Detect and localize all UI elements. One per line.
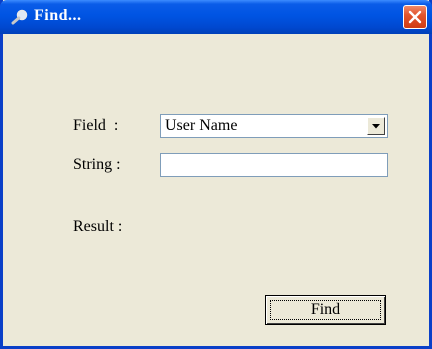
field-label: Field : (73, 117, 119, 134)
title-bar[interactable]: Find... (0, 0, 432, 34)
field-select-value: User Name (165, 117, 238, 134)
close-icon (408, 10, 422, 24)
string-label: String : (73, 156, 121, 173)
chevron-down-icon (372, 124, 380, 129)
close-button[interactable] (403, 5, 427, 29)
window-title: Find... (34, 7, 82, 24)
find-button-label: Find (310, 301, 341, 318)
magnifier-icon (11, 9, 29, 25)
field-select[interactable]: User Name (160, 114, 388, 138)
find-dialog: Find... Field : User Name String : Resul… (0, 0, 432, 349)
dropdown-button[interactable] (367, 117, 385, 135)
find-button[interactable]: Find (265, 295, 386, 325)
result-label: Result : (73, 218, 123, 235)
string-input[interactable] (160, 153, 388, 177)
